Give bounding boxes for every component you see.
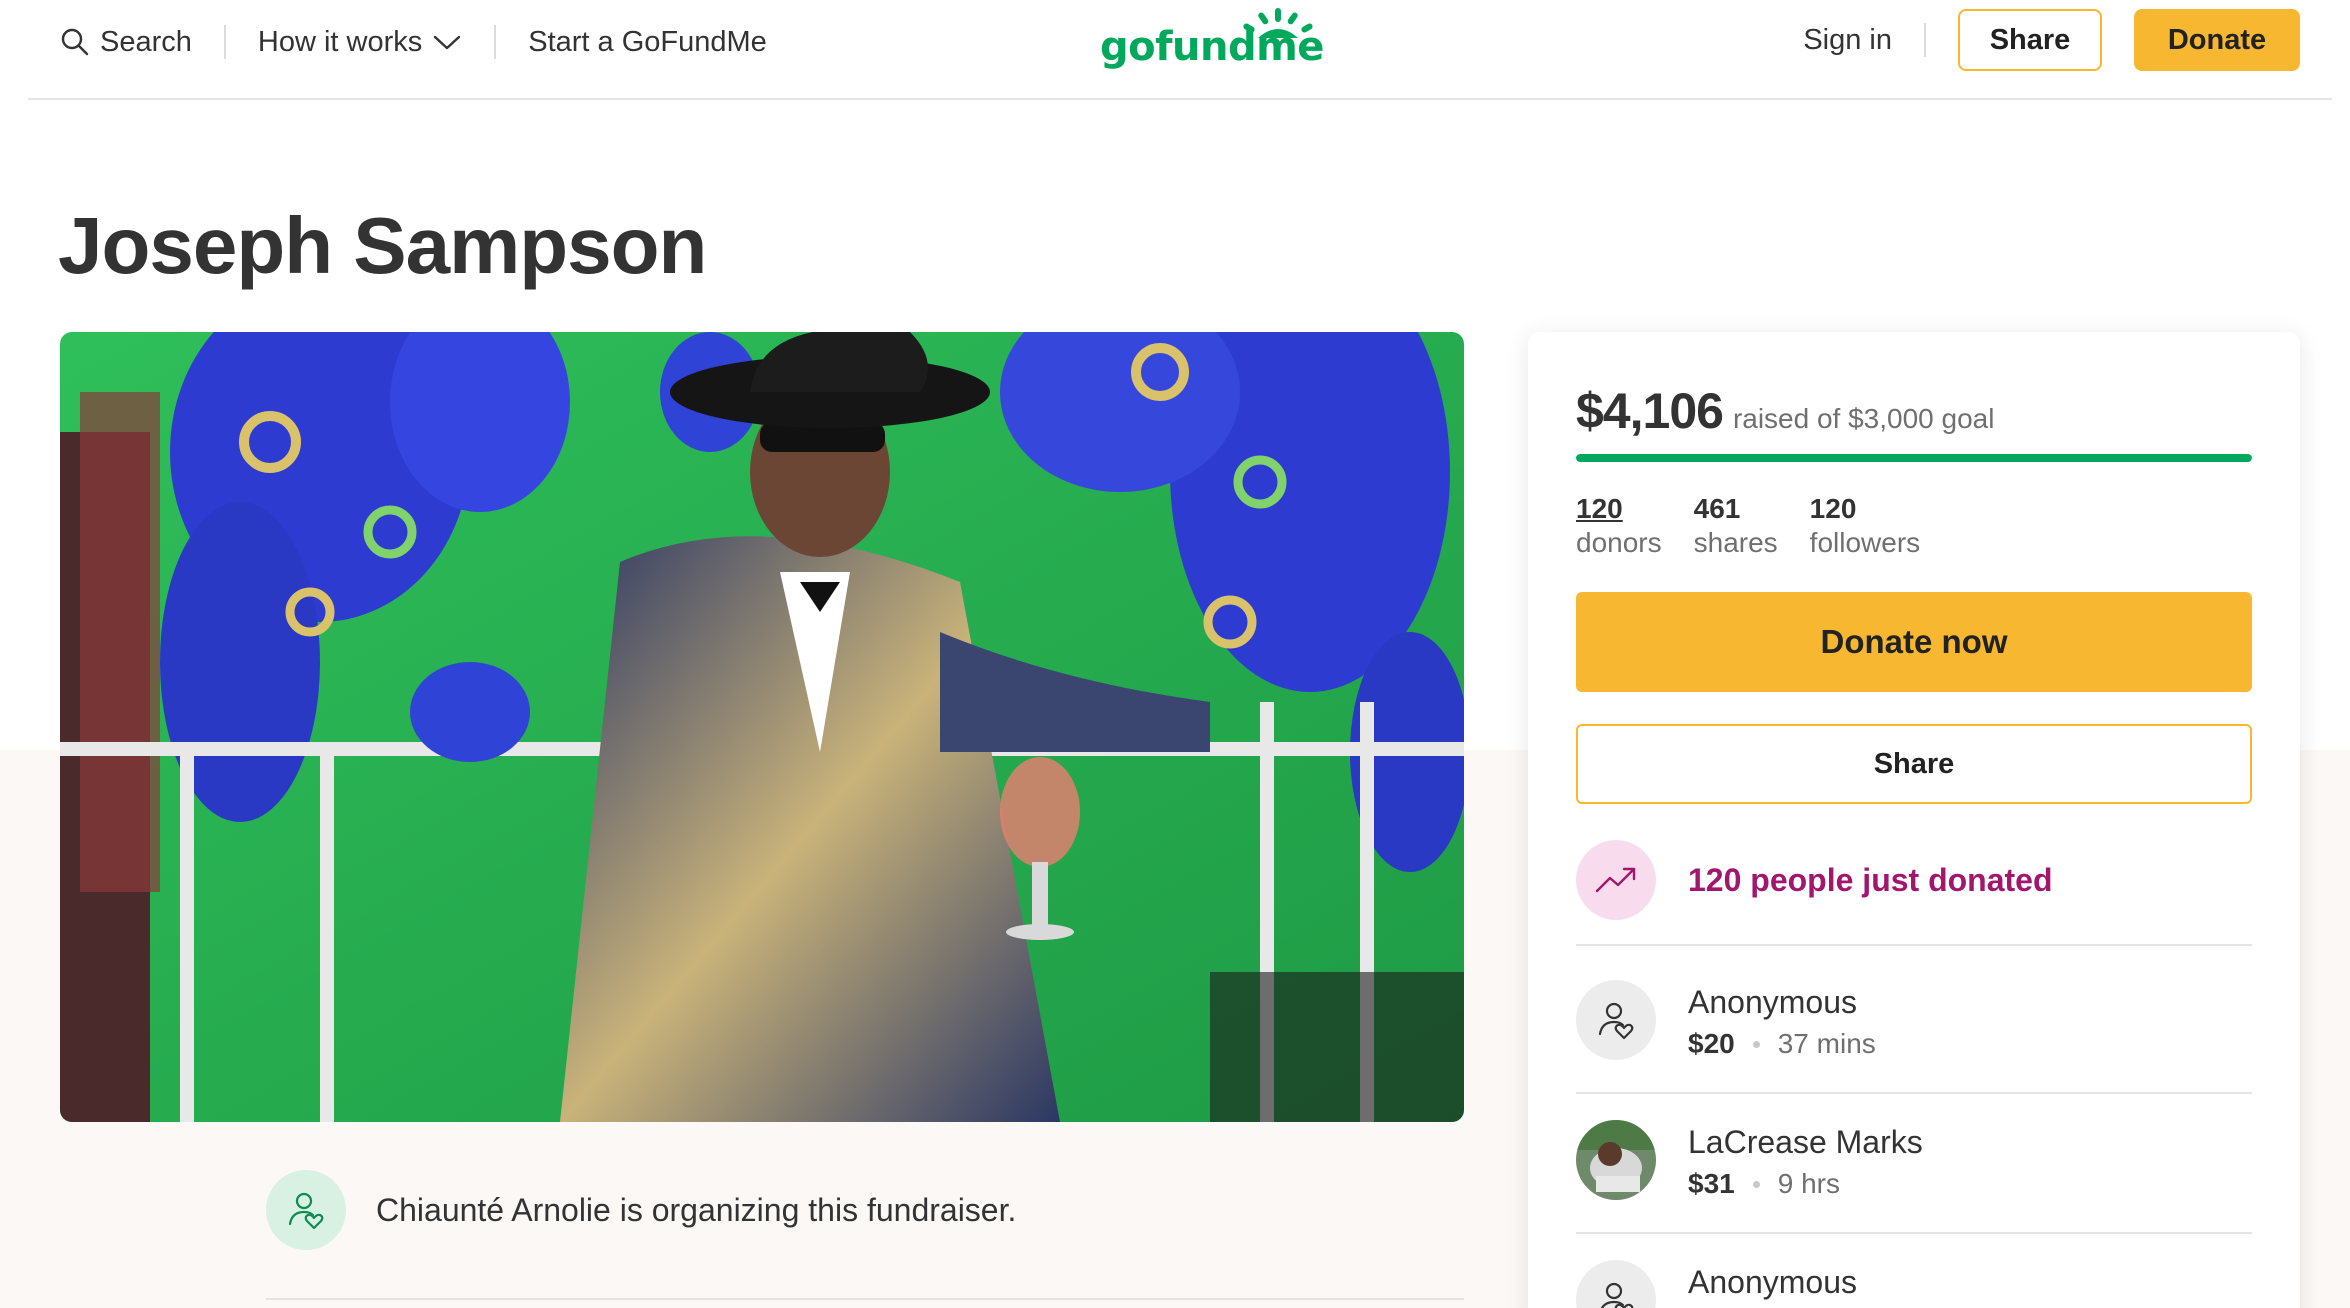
donation-divider xyxy=(1576,1232,2252,1234)
separator-dot xyxy=(1752,1180,1760,1188)
nav-separator xyxy=(1924,23,1926,57)
stat-donors-label: donors xyxy=(1576,527,1662,558)
stat-followers-label: followers xyxy=(1809,527,1921,558)
donor-name: Anonymous xyxy=(1688,984,1857,1020)
donation-amount: $20 xyxy=(1688,1028,1735,1059)
separator-dot xyxy=(1752,1040,1760,1048)
donate-now-button[interactable]: Donate now xyxy=(1576,592,2252,692)
stat-shares-value: 461 xyxy=(1693,493,1741,524)
donor-name: Anonymous xyxy=(1688,1264,1857,1300)
donation-item: Anonymous $20 37 mins xyxy=(1576,980,1876,1060)
search-link[interactable]: Search xyxy=(60,26,192,59)
donation-item: LaCrease Marks $31 9 hrs xyxy=(1576,1120,1923,1200)
donor-avatar xyxy=(1576,980,1656,1060)
goal-text: raised of $3,000 goal xyxy=(1732,403,1995,434)
donation-divider xyxy=(1576,1092,2252,1094)
donation-card: $4,106 raised of $3,000 goal 120 donors … xyxy=(1528,332,2300,1308)
trend-icon-wrapper xyxy=(1576,840,1656,920)
nav-right: Sign in Share Donate xyxy=(1803,8,2300,72)
donation-meta: $20 37 mins xyxy=(1688,1028,1876,1060)
donate-button-header[interactable]: Donate xyxy=(2134,9,2300,71)
start-gofundme-label: Start a GoFundMe xyxy=(528,25,767,58)
gofundme-logo[interactable]: gofundme xyxy=(1100,8,1324,74)
donation-amount: $31 xyxy=(1688,1168,1735,1199)
how-it-works-dropdown[interactable]: How it works xyxy=(258,26,462,59)
amount-raised: $4,106 xyxy=(1576,383,1724,439)
start-gofundme-link[interactable]: Start a GoFundMe xyxy=(528,26,767,59)
organizer-text: Chiaunté Arnolie is organizing this fund… xyxy=(376,1191,1017,1228)
donor-avatar xyxy=(1576,1260,1656,1308)
organizer-row: Chiaunté Arnolie is organizing this fund… xyxy=(266,1170,1016,1250)
stat-donors-value[interactable]: 120 xyxy=(1576,492,1662,526)
donor-avatar-photo xyxy=(1576,1120,1656,1200)
search-icon xyxy=(61,28,89,56)
donor-name: LaCrease Marks xyxy=(1688,1124,1923,1160)
person-heart-icon xyxy=(288,1192,324,1230)
progress-bar xyxy=(1576,454,2252,462)
donor-photo xyxy=(1576,1120,1656,1200)
donation-time: 37 mins xyxy=(1777,1028,1876,1059)
content-divider xyxy=(266,1298,1464,1300)
stat-shares: 461 shares xyxy=(1694,492,1778,560)
stat-shares-label: shares xyxy=(1693,527,1778,558)
donation-details: Anonymous $20 37 mins xyxy=(1688,980,1876,1060)
organizer-avatar xyxy=(266,1170,346,1250)
stats-row: 120 donors 461 shares 120 followers xyxy=(1576,492,1952,560)
share-button-header[interactable]: Share xyxy=(1958,9,2102,71)
campaign-photo-illustration xyxy=(60,332,1464,1122)
trend-text: 120 people just donated xyxy=(1688,861,2053,898)
search-label: Search xyxy=(100,25,192,58)
donation-divider xyxy=(1576,944,2252,946)
person-heart-icon xyxy=(1598,1002,1634,1040)
progress-bar-fill xyxy=(1576,454,2252,462)
donation-details: LaCrease Marks $31 9 hrs xyxy=(1688,1120,1923,1200)
campaign-title: Joseph Sampson xyxy=(58,201,707,290)
chevron-down-icon xyxy=(434,35,461,50)
donation-meta: $31 9 hrs xyxy=(1688,1168,1923,1200)
stat-donors[interactable]: 120 donors xyxy=(1576,492,1662,560)
stat-followers-value: 120 xyxy=(1809,493,1857,524)
person-heart-icon xyxy=(1600,1282,1634,1308)
nav-separator xyxy=(494,25,497,59)
stat-followers: 120 followers xyxy=(1810,492,1920,560)
campaign-photo[interactable] xyxy=(60,332,1464,1122)
share-button[interactable]: Share xyxy=(1576,724,2252,804)
how-it-works-label: How it works xyxy=(257,25,423,58)
amount-raised-row: $4,106 raised of $3,000 goal xyxy=(1576,382,1994,440)
nav-left: Search How it works Start a GoFundMe xyxy=(60,22,767,62)
trending-up-icon xyxy=(1595,867,1636,893)
top-navigation-bar: Search How it works Start a GoFundMe gof… xyxy=(28,0,2332,100)
donation-time: 9 hrs xyxy=(1777,1168,1840,1199)
logo-sunburst-icon xyxy=(1243,8,1313,38)
nav-separator xyxy=(223,25,226,59)
donation-item: Anonymous xyxy=(1576,1260,1857,1308)
recent-donations-trend: 120 people just donated xyxy=(1576,840,2053,920)
sign-in-link[interactable]: Sign in xyxy=(1803,24,1892,57)
donation-details: Anonymous xyxy=(1688,1260,1857,1302)
